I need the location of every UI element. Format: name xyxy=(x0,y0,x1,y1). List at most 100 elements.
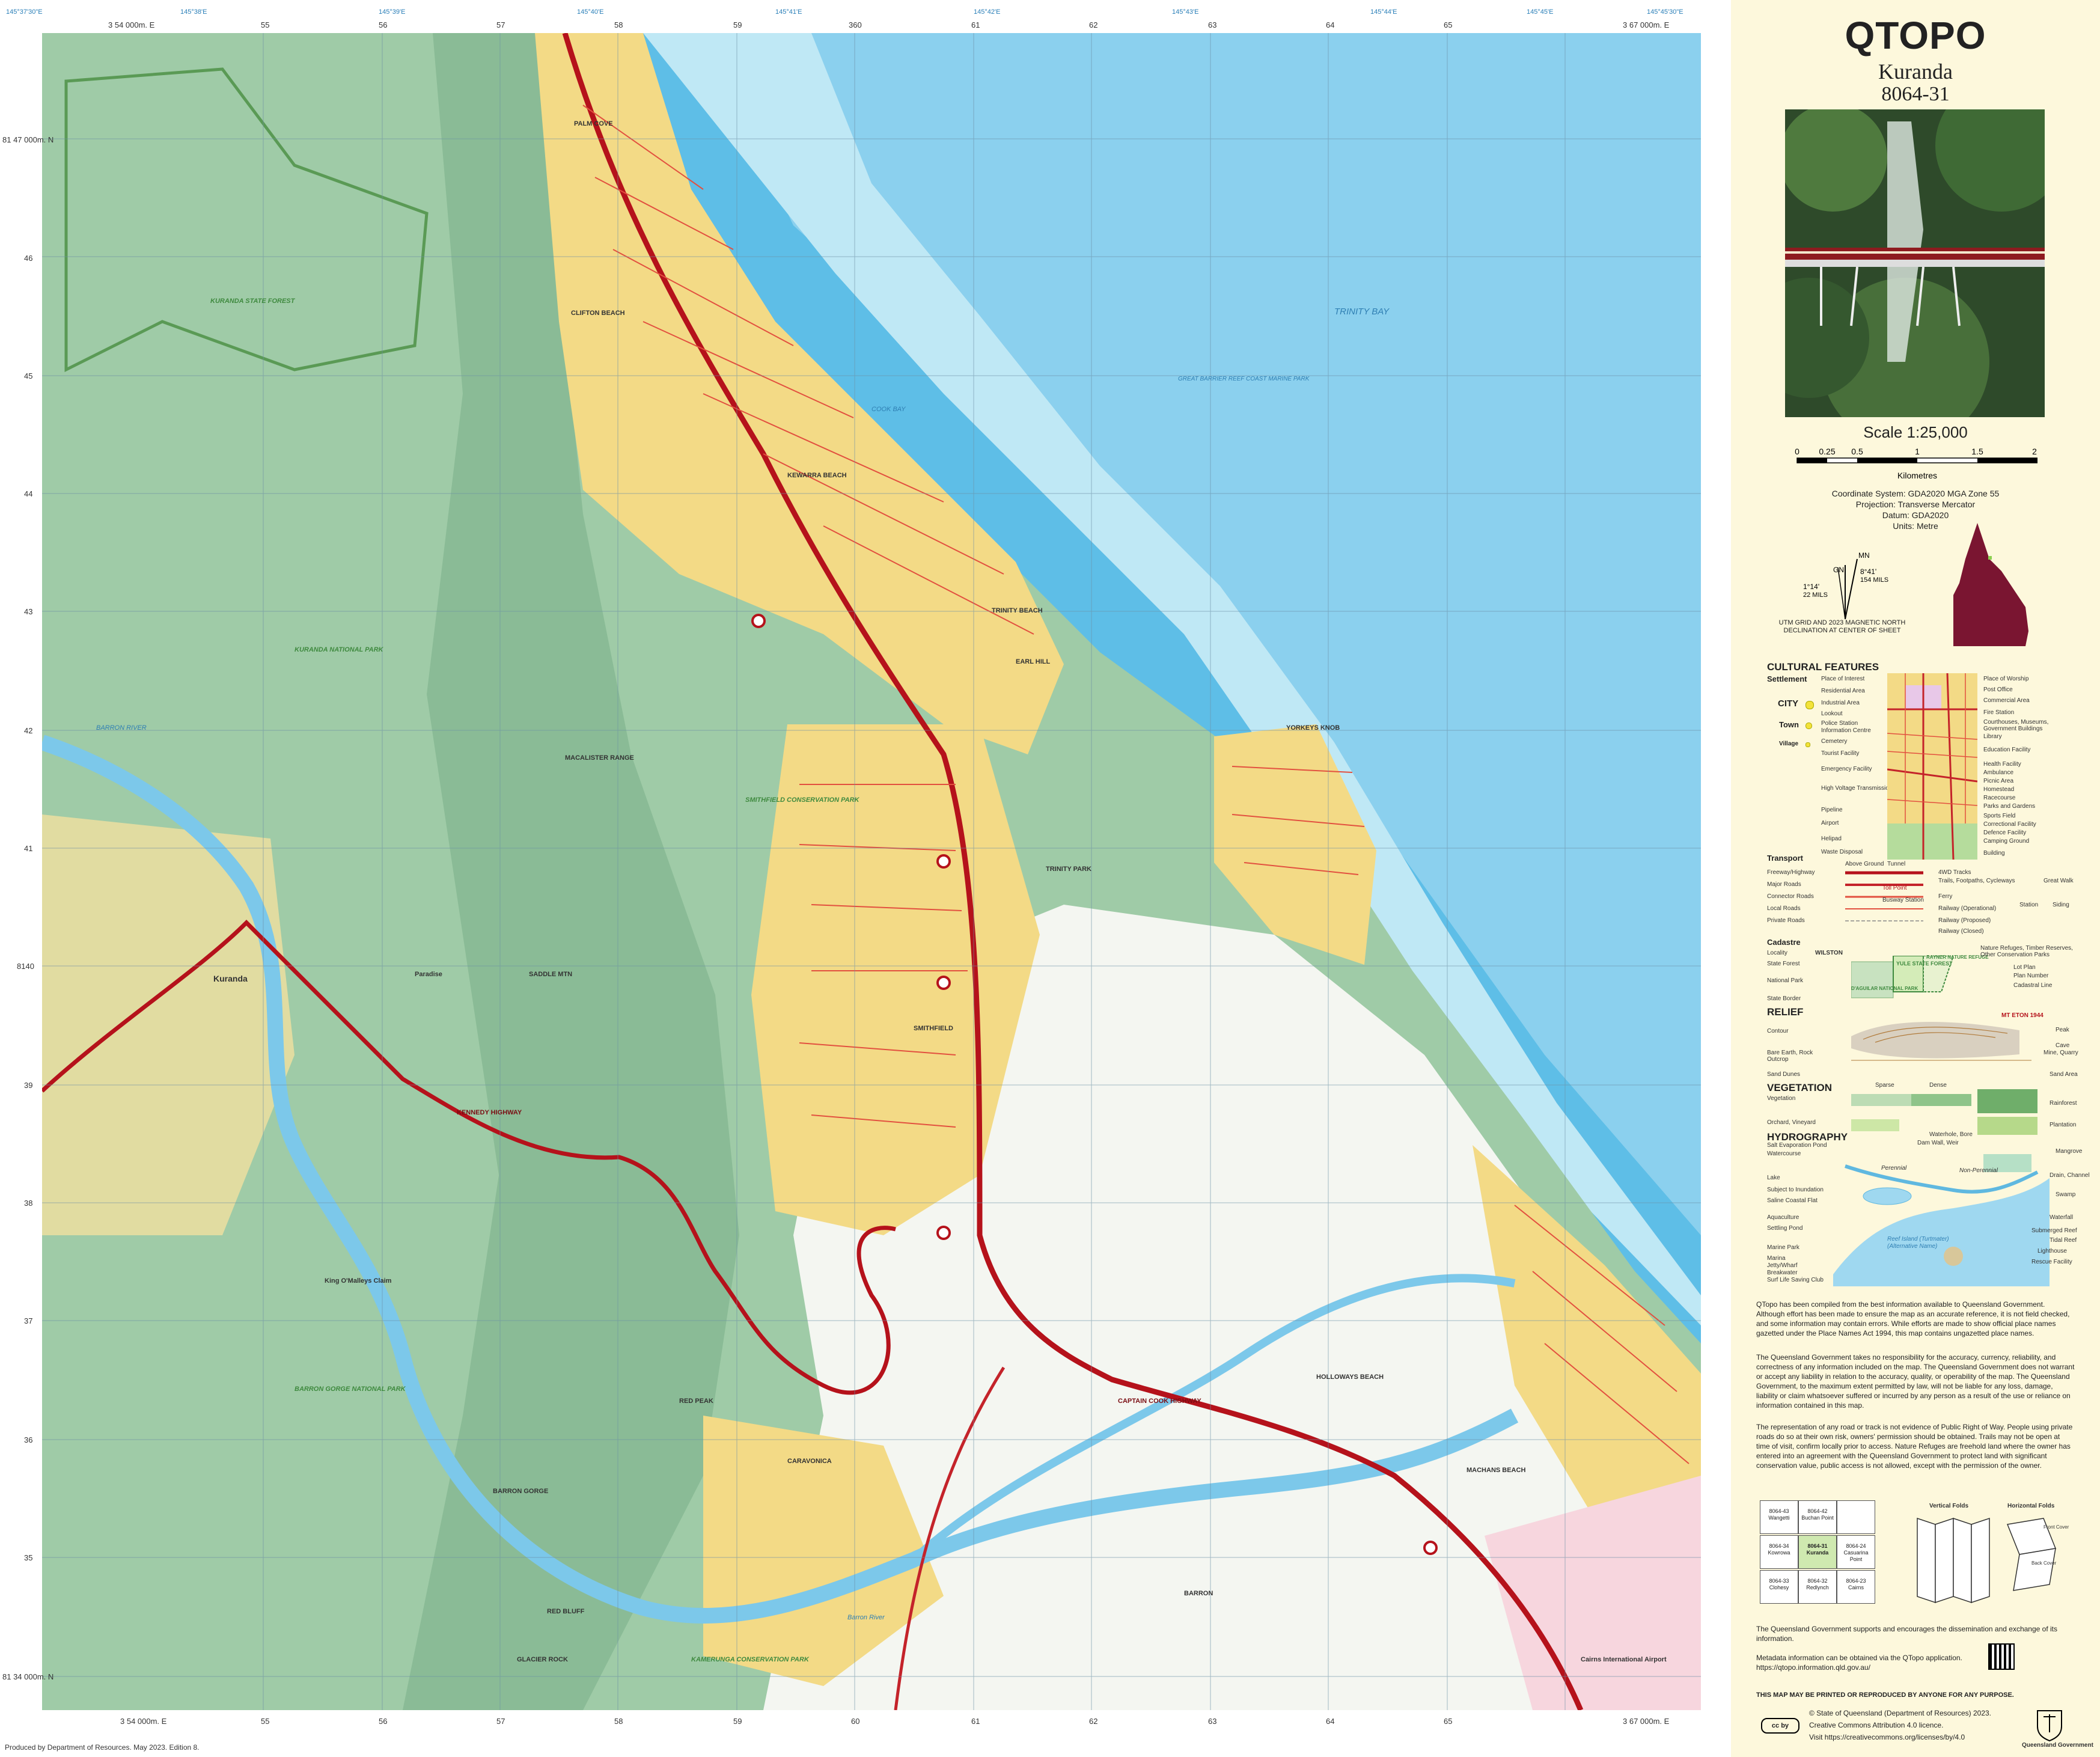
legend-item: Education Facility xyxy=(1983,747,2031,753)
northing-label: 44 xyxy=(24,489,33,498)
legend-item: Dam Wall, Weir xyxy=(1917,1140,1959,1146)
scale-title: Scale 1:25,000 xyxy=(1863,423,1968,441)
map-frame: TRINITY BAY GREAT BARRIER REEF COAST MAR… xyxy=(0,0,1731,1757)
legend-great-walk: Great Walk xyxy=(2044,878,2074,884)
vertical-folds-label: Vertical Folds xyxy=(1929,1503,1969,1509)
northing-label: 38 xyxy=(24,1199,33,1208)
legend-reef-island: Reef Island (Turtmater) xyxy=(1887,1236,1949,1242)
topographic-map[interactable]: TRINITY BAY GREAT BARRIER REEF COAST MAR… xyxy=(42,33,1701,1710)
index-cell[interactable]: 8064-42 Buchan Point xyxy=(1798,1500,1837,1534)
legend-alt-name: (Alternative Name) xyxy=(1887,1243,1938,1250)
legend-locality-sample: WILSTON xyxy=(1815,950,1843,956)
village-dot-icon xyxy=(1805,742,1810,747)
convergence-mils: 22 MILS xyxy=(1803,591,1828,599)
legend-item: Sand Area xyxy=(2050,1071,2078,1078)
index-cell[interactable]: 8064-32 Redlynch xyxy=(1798,1570,1837,1604)
legend-item: Peak xyxy=(2056,1027,2069,1033)
sheet-number: 8064-31 xyxy=(1881,83,1950,105)
support-text: The Queensland Government supports and e… xyxy=(1756,1625,2057,1643)
legend-item: Plantation xyxy=(2050,1122,2077,1128)
label-trinity-park: TRINITY PARK xyxy=(1046,866,1091,873)
hydrography-sample xyxy=(1833,1154,2050,1286)
label-holloways-beach: HOLLOWAYS BEACH xyxy=(1316,1374,1384,1381)
legend-cultural-title: CULTURAL FEATURES xyxy=(1767,661,1879,673)
longitude-label: 145°45'30"E xyxy=(1647,8,1683,16)
longitude-label: 145°43'E xyxy=(1172,8,1199,16)
easting-label-top: 58 xyxy=(614,20,623,29)
legend-item: Health Facility xyxy=(1983,761,2021,768)
legend-item: Marine Park xyxy=(1767,1244,1799,1251)
legend-toll-point: Toll Point xyxy=(1882,885,1907,891)
index-cell-current[interactable]: 8064-31 Kuranda xyxy=(1798,1535,1837,1569)
print-text: THIS MAP MAY BE PRINTED OR REPRODUCED BY… xyxy=(1756,1691,2014,1699)
legend-item: Lake xyxy=(1767,1175,1780,1181)
northing-label: 45 xyxy=(24,371,33,380)
legend-siding: Siding xyxy=(2053,902,2069,908)
legend-item: Settling Pond xyxy=(1767,1225,1803,1232)
easting-label-bottom: 64 xyxy=(1326,1717,1335,1726)
legend-vegetation: VEGETATION xyxy=(1767,1082,1832,1093)
legend-item: Drain, Channel xyxy=(2050,1172,2090,1179)
label-yorkeys-knob: YORKEYS KNOB xyxy=(1286,724,1340,732)
index-cell[interactable]: 8064-33 Clohesy xyxy=(1760,1570,1798,1604)
disclaimer-compiled: QTopo has been compiled from the best in… xyxy=(1756,1300,2070,1337)
index-cell[interactable]: 8064-23 Cairns xyxy=(1837,1570,1875,1604)
legend-item: State Border xyxy=(1767,995,1801,1002)
label-caravonica: CARAVONICA xyxy=(787,1458,832,1465)
legend-item: Cemetery xyxy=(1821,738,1848,745)
longitude-label: 145°42'E xyxy=(974,8,1001,16)
copyright-line: Creative Commons Attribution 4.0 licence… xyxy=(1809,1721,1944,1729)
longitude-label: 145°38'E xyxy=(180,8,207,16)
legend-transport: Transport xyxy=(1767,854,1803,863)
legend-item: Parks and Gardens xyxy=(1983,803,2036,810)
label-marine-park: GREAT BARRIER REEF COAST MARINE PARK xyxy=(1178,376,1310,382)
index-cell[interactable] xyxy=(1837,1500,1875,1534)
legend-national-park-sample: D'AGUILAR NATIONAL PARK xyxy=(1851,986,1918,991)
easting-label-top: 61 xyxy=(971,20,980,29)
legend-item: Watercourse xyxy=(1767,1150,1801,1157)
legend-item: Local Roads xyxy=(1767,905,1801,912)
legend-item: Subject to Inundation xyxy=(1767,1187,1824,1193)
easting-label-top: 62 xyxy=(1089,20,1098,29)
legend-item: Saline Coastal Flat xyxy=(1767,1197,1818,1204)
label-captain-cook-hwy: CAPTAIN COOK HIGHWAY xyxy=(1118,1398,1201,1405)
label-kennedy-hwy: KENNEDY HIGHWAY xyxy=(457,1109,522,1116)
label-cook-bay: COOK BAY xyxy=(871,406,906,413)
legend-item: Industrial Area xyxy=(1821,700,1860,706)
legend-peak-sample: MT ETON 1944 xyxy=(2001,1012,2044,1019)
legend-item: Waste Disposal xyxy=(1821,849,1863,855)
label-trinity-bay: TRINITY BAY xyxy=(1334,307,1390,317)
index-cell[interactable]: 8064-34 Kowrowa xyxy=(1760,1535,1798,1569)
index-cell[interactable]: 8064-24 Casuarina Point xyxy=(1837,1535,1875,1569)
gn-label: GN xyxy=(1833,566,1844,574)
label-smithfield-cp: SMITHFIELD CONSERVATION PARK xyxy=(745,796,859,804)
scale-tick: 0.5 xyxy=(1851,447,1863,456)
legend-item: Private Roads xyxy=(1767,917,1805,924)
easting-label-bottom: 56 xyxy=(379,1717,388,1726)
label-saddle-mtn: SADDLE MTN xyxy=(529,971,573,978)
easting-label-top: 56 xyxy=(379,20,388,29)
legend-item: Railway (Proposed) xyxy=(1938,917,1991,924)
legend-item: Major Roads xyxy=(1767,881,1801,888)
legend-item: Ambulance xyxy=(1983,769,2014,776)
northing-label: 42 xyxy=(24,726,33,735)
city-dot-icon xyxy=(1805,701,1814,709)
scale-bar: 0 0.25 0.5 1 1.5 2 Kilometres xyxy=(1795,447,2037,480)
coord-system: Coordinate System: GDA2020 MGA Zone 55 xyxy=(1831,489,2000,498)
cc-by-badge: cc by xyxy=(1761,1718,1799,1734)
declination-angle: 8°41' xyxy=(1860,567,1876,576)
scale-tick: 0.25 xyxy=(1819,447,1835,456)
legend-item: Mine, Quarry xyxy=(2044,1050,2078,1056)
legend-item: Racecourse xyxy=(1983,795,2016,801)
legend-item: Mangrove xyxy=(2056,1148,2083,1155)
legend-item: Plan Number xyxy=(2013,973,2049,979)
qr-code-icon[interactable] xyxy=(1988,1643,2015,1670)
legend-item: Building xyxy=(1983,850,2005,857)
legend-busway: Busway Station xyxy=(1882,897,1924,903)
datum: Datum: GDA2020 xyxy=(1882,510,1949,520)
easting-label-top: 55 xyxy=(261,20,270,29)
label-barron-gorge: BARRON GORGE xyxy=(493,1488,549,1495)
legend-item: Railway (Closed) xyxy=(1938,928,1984,935)
index-cell[interactable]: 8064-43 Wangetti xyxy=(1760,1500,1798,1534)
legend-item: Rainforest xyxy=(2050,1100,2077,1107)
